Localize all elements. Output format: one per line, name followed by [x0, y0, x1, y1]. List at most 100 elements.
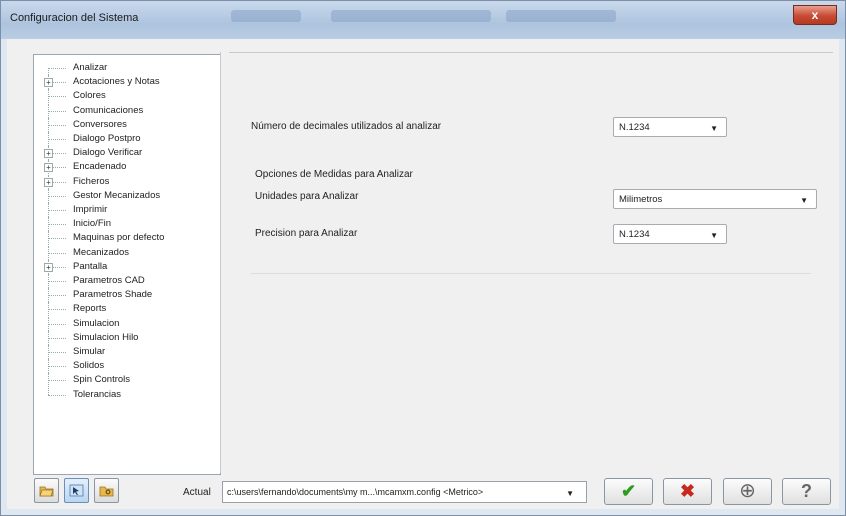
help-button[interactable]: ?	[782, 478, 831, 505]
title-bar-decoration	[331, 10, 491, 22]
x-icon: ✖	[679, 481, 696, 501]
title-bar-decoration	[231, 10, 301, 22]
add-button[interactable]: ⊕	[723, 478, 772, 505]
tree-connector	[48, 380, 66, 382]
config-path-value: c:\users\fernando\documents\my m...\mcam…	[227, 487, 484, 497]
tree-item-label: Encadenado	[73, 161, 127, 173]
tree-connector	[48, 238, 66, 240]
tree-item-label: Analizar	[73, 62, 108, 73]
merge-config-button[interactable]	[94, 478, 119, 503]
tree-item-label: Ficheros	[73, 175, 110, 187]
decimals-label: Número de decimales utilizados al analiz…	[251, 121, 442, 132]
close-button[interactable]: x	[793, 5, 837, 25]
tree-item-label: Imprimir	[73, 204, 108, 215]
close-icon: x	[811, 8, 819, 22]
tree-item[interactable]: Solidos	[34, 359, 220, 374]
decimals-select-value: N.1234	[619, 122, 650, 133]
tree-item-label: Acotaciones y Notas	[73, 76, 160, 88]
actual-label: Actual	[183, 487, 211, 498]
expand-plus-icon[interactable]: +	[44, 262, 53, 272]
tree-item[interactable]: + Dialogo Verificar	[34, 146, 220, 161]
ok-button[interactable]: ✔	[604, 478, 653, 505]
precision-select[interactable]: N.1234 ▼	[613, 224, 727, 244]
tree-item[interactable]: Gestor Mecanizados	[34, 188, 220, 203]
tree-connector	[48, 387, 49, 395]
tree-item-label: Parametros Shade	[73, 289, 153, 301]
tree-connector	[48, 352, 66, 353]
tree-item[interactable]: + Encadenado	[34, 160, 220, 175]
tree-connector	[48, 195, 66, 197]
tree-connector	[48, 281, 66, 282]
tree-item[interactable]: Parametros Shade	[34, 288, 220, 303]
units-select-value: Milimetros	[619, 194, 663, 205]
measure-options-title: Opciones de Medidas para Analizar	[255, 169, 413, 180]
config-path-select[interactable]: c:\users\fernando\documents\my m...\mcam…	[222, 481, 587, 503]
tree-item[interactable]: Dialogo Postpro	[34, 132, 220, 146]
tree-connector	[48, 68, 49, 75]
tree-item[interactable]: Tolerancias	[34, 387, 220, 402]
panel-divider	[251, 273, 811, 274]
tree-item-label: Conversores	[73, 118, 127, 130]
expand-plus-icon[interactable]: +	[44, 177, 53, 187]
tree-item[interactable]: Reports	[34, 302, 220, 317]
tree-connector	[48, 309, 66, 311]
tree-item-label: Mecanizados	[73, 246, 129, 258]
folder-gear-icon	[99, 486, 114, 497]
tree-connector	[48, 295, 66, 297]
check-icon: ✔	[620, 481, 637, 501]
expand-plus-icon[interactable]: +	[44, 78, 53, 88]
chevron-down-icon: ▼	[710, 231, 718, 240]
tree-item[interactable]: Imprimir	[34, 203, 220, 217]
config-window: Configuracion del Sistema x Analizar + Aco…	[0, 0, 846, 516]
tree-item[interactable]: Mecanizados	[34, 245, 220, 260]
tree-item-label: Inicio/Fin	[73, 218, 112, 230]
tree-item[interactable]: + Ficheros	[34, 174, 220, 189]
tree-item[interactable]: Analizar	[34, 61, 220, 75]
tree-item-label: Gestor Mecanizados	[73, 189, 161, 201]
chevron-down-icon: ▼	[710, 124, 718, 133]
tree-item-label: Pantalla	[73, 260, 108, 272]
tree-item[interactable]: Inicio/Fin	[34, 217, 220, 232]
tree-item-label: Tolerancias	[73, 388, 122, 400]
decimals-select[interactable]: N.1234 ▼	[613, 117, 727, 137]
category-tree[interactable]: Analizar + Acotaciones y Notas Colores Comun…	[33, 54, 221, 475]
tree-connector	[48, 224, 66, 226]
tree-item[interactable]: Comunicaciones	[34, 103, 220, 118]
open-config-button[interactable]	[34, 478, 59, 503]
tree-connector	[48, 337, 66, 339]
folder-open-icon	[39, 486, 54, 497]
tree-item[interactable]: Simular	[34, 345, 220, 359]
panel-top-divider	[229, 52, 833, 53]
units-select[interactable]: Milimetros ▼	[613, 189, 817, 209]
tree-item[interactable]: Colores	[34, 89, 220, 104]
window-title: Configuracion del Sistema	[10, 12, 139, 24]
tree-item-label: Colores	[73, 90, 106, 102]
tree-item[interactable]: Simulacion Hilo	[34, 330, 220, 345]
tree-connector	[48, 110, 66, 112]
question-icon: ?	[801, 481, 812, 501]
tree-item[interactable]: Spin Controls	[34, 373, 220, 388]
tree-item-label: Simular	[73, 346, 106, 357]
tree-item[interactable]: Parametros CAD	[34, 274, 220, 288]
tree-connector	[48, 252, 66, 254]
tree-item[interactable]: Maquinas por defecto	[34, 231, 220, 246]
tree-item[interactable]: Conversores	[34, 117, 220, 132]
chevron-down-icon: ▼	[566, 489, 574, 498]
expand-plus-icon[interactable]: +	[44, 149, 53, 159]
tree-item-label: Reports	[73, 303, 107, 315]
bottom-bar: Actual c:\users\fernando\documents\my m.…	[7, 469, 839, 509]
tree-connector	[48, 323, 66, 325]
tree-connector	[48, 210, 66, 211]
precision-label: Precision para Analizar	[255, 228, 358, 239]
cancel-button[interactable]: ✖	[663, 478, 712, 505]
tree-connector	[48, 68, 66, 69]
tree-item[interactable]: + Acotaciones y Notas	[34, 75, 220, 90]
tree-item[interactable]: + Pantalla	[34, 259, 220, 274]
select-config-button[interactable]	[64, 478, 89, 503]
expand-plus-icon[interactable]: +	[44, 163, 53, 173]
precision-select-value: N.1234	[619, 229, 650, 240]
plus-circle-icon: ⊕	[739, 480, 756, 502]
title-bar: Configuracion del Sistema x	[1, 1, 845, 39]
tree-item-label: Simulacion Hilo	[73, 331, 139, 343]
tree-item[interactable]: Simulacion	[34, 316, 220, 331]
